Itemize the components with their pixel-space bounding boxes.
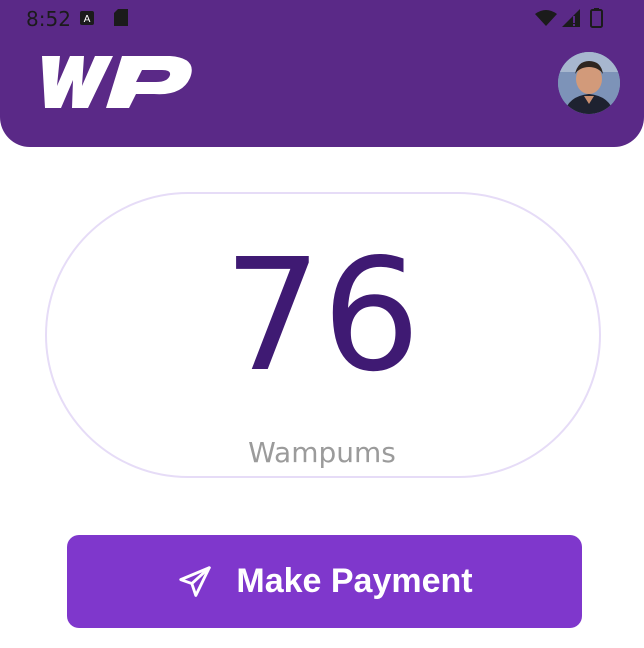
balance-unit-label: Wampums bbox=[248, 436, 396, 469]
cell-signal-icon bbox=[562, 9, 580, 27]
make-payment-label: Make Payment bbox=[236, 562, 473, 600]
send-paper-plane-icon bbox=[179, 565, 212, 597]
wifi-icon bbox=[535, 10, 557, 26]
battery-icon bbox=[590, 8, 603, 28]
make-payment-button[interactable]: Make Payment bbox=[67, 535, 582, 628]
status-bar: 8:52 A bbox=[0, 0, 644, 36]
status-time: 8:52 bbox=[26, 7, 71, 31]
user-avatar[interactable] bbox=[558, 52, 620, 114]
balance-amount: 76 bbox=[223, 225, 421, 406]
accessibility-a-icon: A bbox=[80, 11, 94, 25]
avatar-photo-icon bbox=[558, 52, 620, 114]
app-header: 8:52 A bbox=[0, 0, 644, 147]
svg-text:A: A bbox=[84, 14, 91, 25]
wp-logo bbox=[42, 56, 192, 108]
sd-card-icon bbox=[114, 9, 128, 26]
